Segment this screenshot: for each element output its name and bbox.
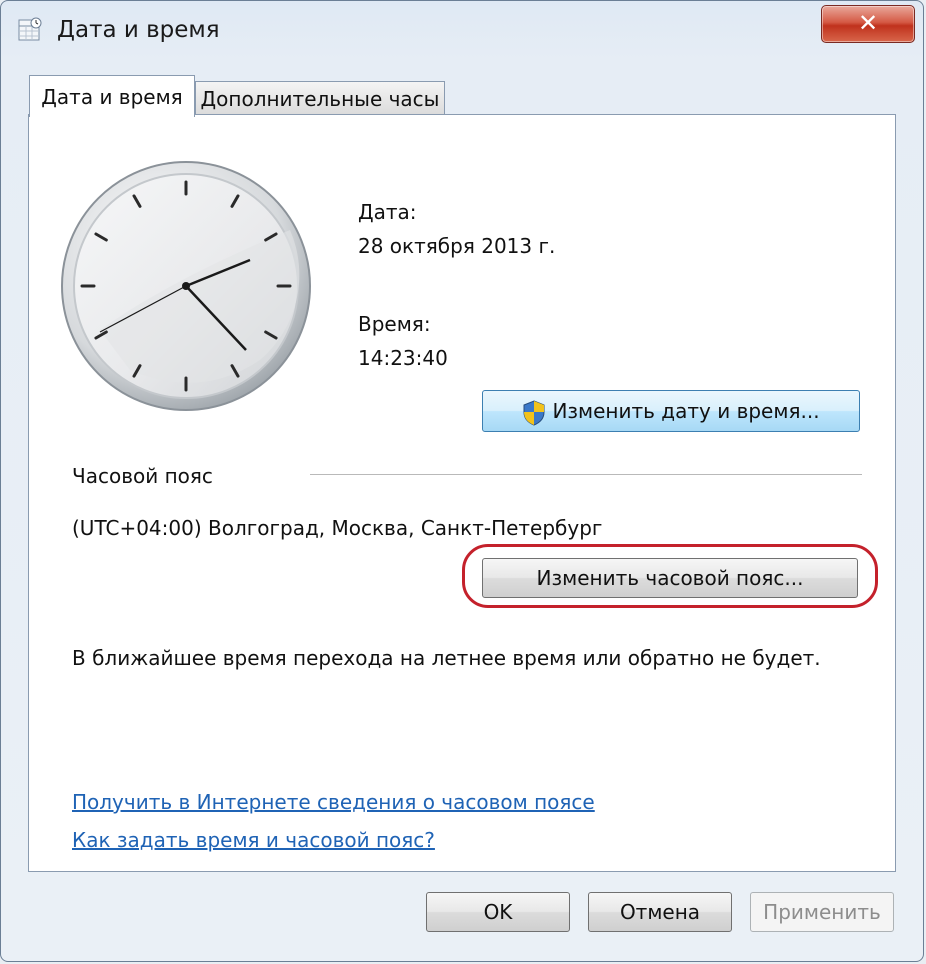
time-value: 14:23:40 <box>358 346 448 370</box>
tab-additional-clocks[interactable]: Дополнительные часы <box>195 81 445 115</box>
tab-date-time[interactable]: Дата и время <box>29 75 195 117</box>
timezone-section-label: Часовой пояс <box>72 464 213 488</box>
date-label: Дата: <box>358 200 417 224</box>
dst-note: В ближайшее время перехода на летнее вре… <box>72 646 821 670</box>
ok-button[interactable]: OK <box>426 892 570 932</box>
title-bar[interactable]: Дата и время ✕ <box>1 1 923 61</box>
close-icon: ✕ <box>857 9 879 37</box>
analog-clock <box>61 161 311 411</box>
window-title: Дата и время <box>57 17 220 43</box>
timezone-info-link[interactable]: Получить в Интернете сведения о часовом … <box>72 790 595 814</box>
time-label: Время: <box>358 312 431 336</box>
close-button[interactable]: ✕ <box>821 5 915 43</box>
timezone-value: (UTC+04:00) Волгоград, Москва, Санкт-Пет… <box>72 516 603 540</box>
cancel-button[interactable]: Отмена <box>588 892 732 932</box>
shield-uac-icon <box>523 399 545 426</box>
timezone-separator <box>310 474 862 475</box>
apply-button[interactable]: Применить <box>750 892 894 932</box>
calendar-clock-icon <box>18 17 42 41</box>
change-date-time-label: Изменить дату и время... <box>552 399 820 423</box>
date-value: 28 октября 2013 г. <box>358 234 556 258</box>
change-date-time-button[interactable]: Изменить дату и время... <box>482 390 860 432</box>
help-link[interactable]: Как задать время и часовой пояс? <box>72 828 435 852</box>
change-timezone-button[interactable]: Изменить часовой пояс... <box>482 558 858 598</box>
